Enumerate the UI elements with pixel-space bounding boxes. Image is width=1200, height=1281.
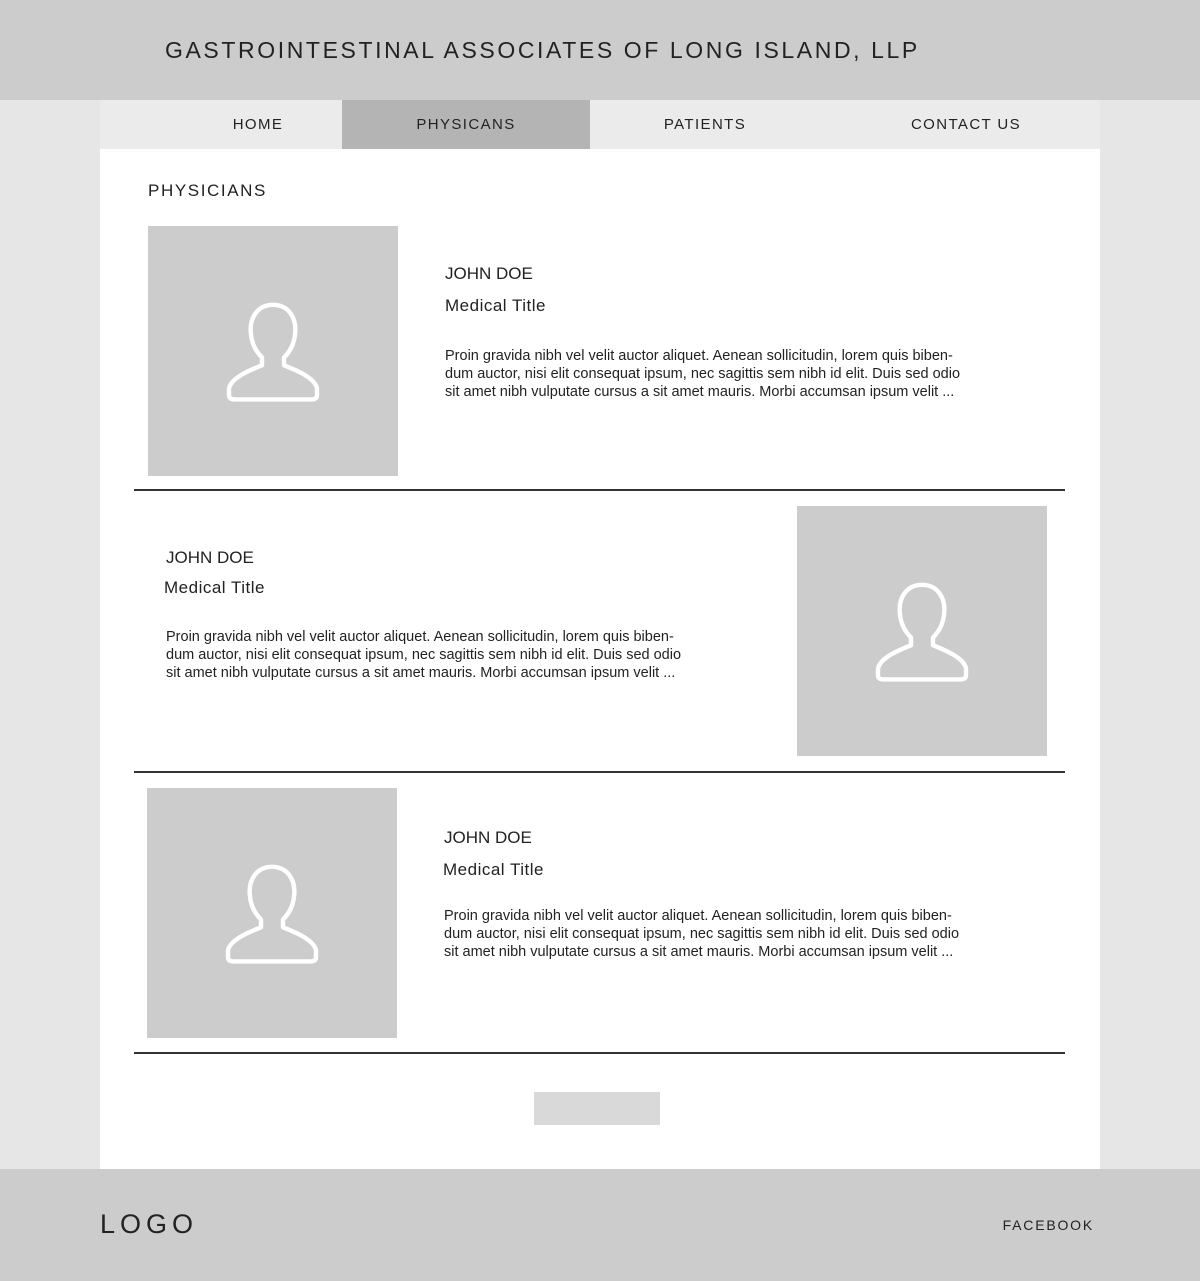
physician-title: Medical Title <box>164 578 265 597</box>
site-footer: LOGO FACEBOOK <box>0 1169 1200 1281</box>
user-placeholder-icon <box>875 582 969 682</box>
physician-bio: Proin gravida nibh vel velit auctor aliq… <box>445 348 961 400</box>
nav-item-contact-us[interactable]: CONTACT US <box>870 100 1062 149</box>
load-more-button[interactable] <box>534 1092 660 1125</box>
page-title: PHYSICIANS <box>148 181 267 200</box>
physician-title: Medical Title <box>443 860 544 879</box>
physician-photo <box>147 788 397 1038</box>
nav-item-home[interactable]: HOME <box>164 100 352 149</box>
user-placeholder-icon <box>226 302 320 402</box>
physician-title: Medical Title <box>445 296 546 315</box>
site-title: GASTROINTESTINAL ASSOCIATES OF LONG ISLA… <box>165 37 920 63</box>
main-nav: HOME PHYSICANS PATIENTS CONTACT US <box>100 100 1100 149</box>
physician-bio: Proin gravida nibh vel velit auctor aliq… <box>444 908 960 960</box>
site-header: GASTROINTESTINAL ASSOCIATES OF LONG ISLA… <box>0 0 1200 100</box>
physician-photo <box>148 226 398 476</box>
physician-name: JOHN DOE <box>444 828 532 847</box>
physician-bio: Proin gravida nibh vel velit auctor aliq… <box>166 629 682 681</box>
physician-name: JOHN DOE <box>166 548 254 567</box>
main-content: PHYSICIANS JOHN DOE Medical Title Proin … <box>100 149 1100 1169</box>
user-placeholder-icon <box>225 864 319 964</box>
physician-name: JOHN DOE <box>445 264 533 283</box>
physician-photo <box>797 506 1047 756</box>
facebook-link[interactable]: FACEBOOK <box>1003 1217 1094 1233</box>
divider <box>134 489 1065 491</box>
nav-item-physicians[interactable]: PHYSICANS <box>342 100 590 149</box>
footer-logo[interactable]: LOGO <box>100 1209 198 1240</box>
divider <box>134 771 1065 773</box>
nav-item-patients[interactable]: PATIENTS <box>590 100 820 149</box>
divider <box>134 1052 1065 1054</box>
